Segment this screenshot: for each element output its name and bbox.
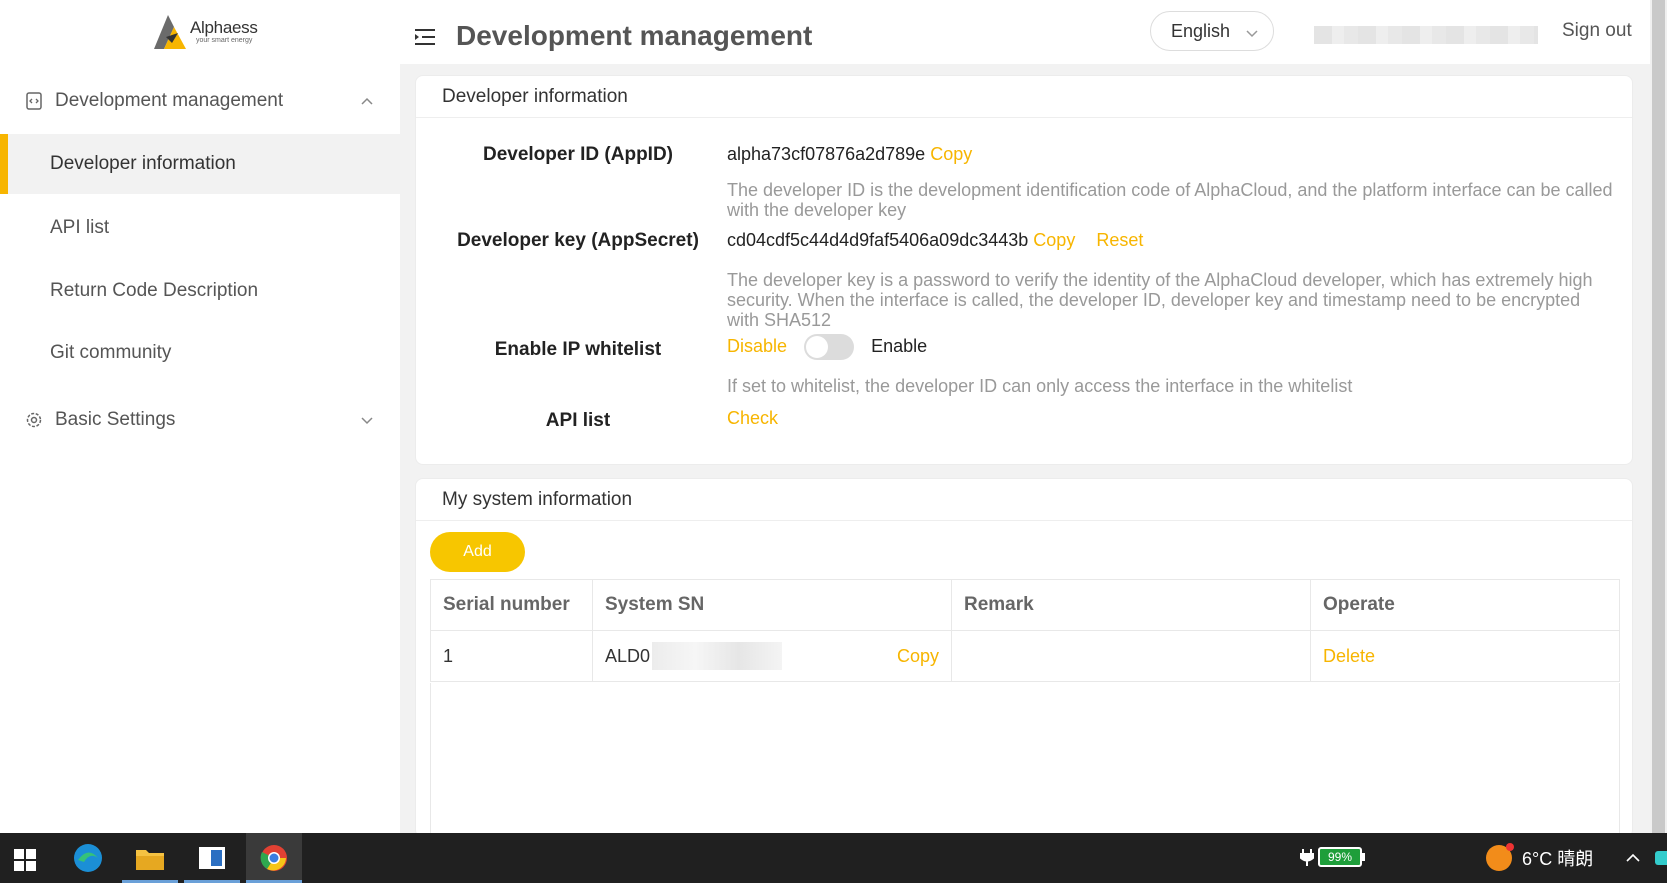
weather-text: 6°C 晴朗 [1522, 849, 1594, 869]
sidebar-item-label: Developer information [50, 153, 236, 174]
scrollbar-thumb[interactable] [1652, 0, 1665, 833]
battery-percent: 99% [1318, 847, 1362, 867]
sidebar-group-label: Basic Settings [55, 409, 176, 430]
logo[interactable]: Alphaess your smart energy [152, 12, 262, 52]
appsecret-row: cd04cdf5c44d4d9faf5406a09dc3443b Copy Re… [727, 230, 1143, 251]
system-sn-redacted [652, 642, 783, 670]
plug-icon [1300, 849, 1314, 866]
chevron-down-icon [361, 417, 373, 425]
menu-fold-icon[interactable] [414, 28, 436, 46]
table-cell-system-sn: ALD0 Copy [592, 630, 952, 682]
copy-sn-link[interactable]: Copy [897, 646, 939, 667]
copy-appsecret-link[interactable]: Copy [1033, 230, 1075, 250]
chevron-up-icon[interactable] [1624, 849, 1642, 867]
sidebar-item-label: Return Code Description [50, 280, 259, 301]
system-sn-prefix: ALD0 [605, 645, 651, 666]
whitelist-description: If set to whitelist, the developer ID ca… [727, 376, 1353, 396]
language-select[interactable]: English [1150, 11, 1274, 51]
column-header-operate: Operate [1310, 579, 1620, 631]
table-cell-remark [951, 630, 1311, 682]
username-redacted [1314, 26, 1538, 44]
table-empty-area [430, 683, 1620, 843]
whitelist-label: Enable IP whitelist [494, 339, 662, 360]
folder-icon [136, 850, 164, 870]
sidebar-item-return-code[interactable]: Return Code Description [0, 261, 400, 321]
toggle-knob [806, 336, 829, 358]
code-doc-icon [26, 92, 42, 110]
system-info-card: My system information Add Serial number … [415, 478, 1633, 843]
sidebar-item-git-community[interactable]: Git community [0, 323, 400, 383]
gear-icon [26, 412, 42, 428]
sidebar-item-developer-information[interactable]: Developer information [0, 134, 400, 194]
column-header-remark: Remark [951, 579, 1311, 631]
logo-tagline: your smart energy [196, 37, 253, 44]
appid-row: alpha73cf07876a2d789e Copy [727, 144, 972, 165]
card-title: My system information [442, 489, 633, 510]
sidebar-item-label: API list [50, 217, 110, 238]
appsecret-label: Developer key (AppSecret) [457, 230, 699, 251]
chrome-icon [260, 845, 287, 871]
taskbar-edge[interactable] [60, 833, 116, 883]
language-value: English [1171, 20, 1231, 41]
page-scrollbar[interactable] [1650, 0, 1667, 833]
sidebar-group-basic-settings[interactable]: Basic Settings [0, 395, 400, 445]
taskbar-app-window[interactable] [184, 833, 240, 883]
card-title: Developer information [442, 86, 628, 107]
battery-indicator[interactable]: 99% [1300, 847, 1365, 867]
logo-name: Alphaess [190, 18, 258, 37]
whitelist-disable-label[interactable]: Disable [727, 336, 787, 356]
delete-system-link[interactable]: Delete [1323, 646, 1375, 667]
sidebar-group-label: Development management [55, 90, 284, 111]
header: Development management English Sign out [400, 0, 1650, 64]
weather-sun-icon [1486, 843, 1514, 871]
card-header: My system information [416, 479, 1632, 521]
card-header: Developer information [416, 76, 1632, 118]
add-system-button[interactable]: Add [430, 532, 525, 572]
appsecret-value: cd04cdf5c44d4d9faf5406a09dc3443b [727, 230, 1029, 250]
table-cell-serial: 1 [430, 630, 593, 682]
column-header-serial: Serial number [430, 579, 593, 631]
whitelist-toggle[interactable] [804, 334, 855, 360]
sidebar-item-label: Git community [50, 342, 172, 363]
battery-tip [1362, 853, 1365, 861]
appid-description: The developer ID is the development iden… [727, 180, 1613, 220]
column-header-system-sn: System SN [592, 579, 952, 631]
appsecret-description: The developer key is a password to verif… [727, 270, 1593, 330]
taskbar-chrome[interactable] [246, 833, 302, 883]
sign-out-link[interactable]: Sign out [1562, 20, 1632, 42]
appid-value: alpha73cf07876a2d789e [727, 144, 926, 164]
api-list-label: API list [545, 410, 611, 431]
sidebar-group-development[interactable]: Development management [0, 76, 400, 126]
taskbar-file-explorer[interactable] [122, 833, 178, 883]
chevron-up-icon [361, 97, 373, 105]
sidebar: Alphaess your smart energy Development m… [0, 0, 400, 833]
edge-icon [74, 844, 102, 872]
windows-taskbar: 99% 6°C 晴朗 [0, 833, 1667, 883]
copy-appid-link[interactable]: Copy [930, 144, 972, 164]
logo-icon [154, 15, 186, 49]
appid-label: Developer ID (AppID) [482, 144, 674, 165]
page-title: Development management [456, 20, 813, 51]
chevron-down-icon [1246, 30, 1258, 38]
whitelist-enable-label[interactable]: Enable [871, 336, 927, 356]
api-list-row: Check [727, 408, 778, 429]
sidebar-item-api-list[interactable]: API list [0, 198, 400, 258]
tray-app-icon[interactable] [1655, 851, 1667, 865]
windows-start-icon[interactable] [14, 849, 36, 871]
table-cell-operate: Delete [1310, 630, 1620, 682]
reset-appsecret-link[interactable]: Reset [1096, 230, 1143, 250]
developer-info-card: Developer information Developer ID (AppI… [415, 75, 1633, 465]
whitelist-row: Disable Enable [727, 334, 927, 360]
check-api-list-link[interactable]: Check [727, 408, 778, 428]
weather-widget[interactable]: 6°C 晴朗 [1486, 843, 1594, 871]
window-app-icon [199, 847, 225, 869]
